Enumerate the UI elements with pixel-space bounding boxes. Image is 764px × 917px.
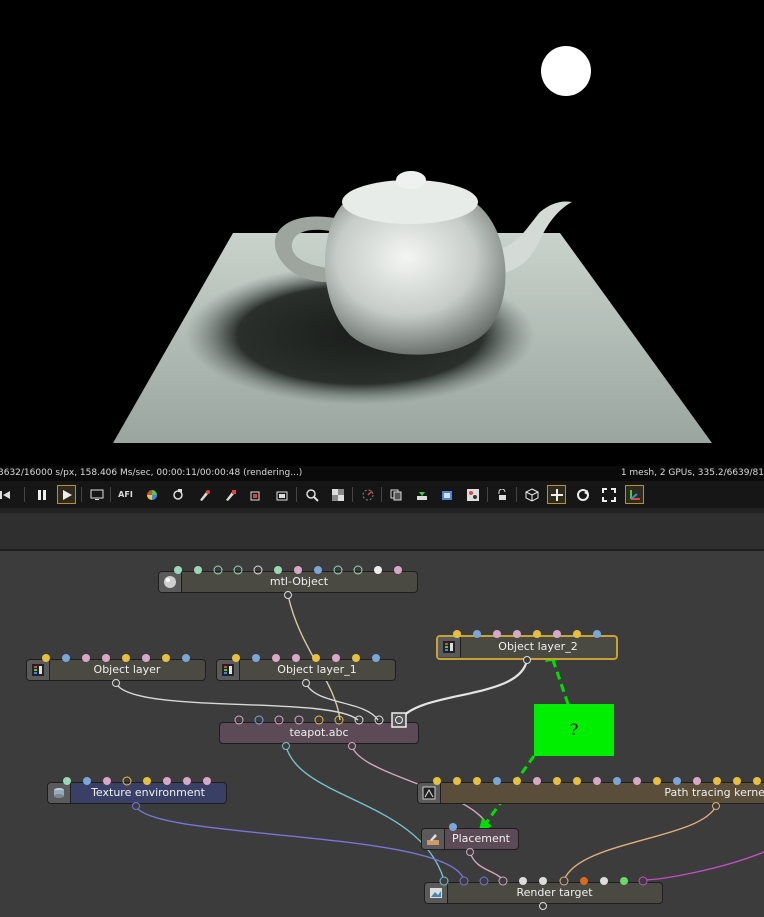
wire-teapot-to-render <box>285 745 445 881</box>
object-layer-icon <box>27 660 50 680</box>
environment-icon <box>48 783 71 803</box>
node-label: Object layer_1 <box>277 663 357 676</box>
object-layer-icon <box>217 660 240 680</box>
wire-placement-to-render <box>469 851 504 881</box>
node-placement[interactable]: Placement <box>421 828 519 850</box>
node-texture-environment[interactable]: Texture environment <box>47 782 227 804</box>
material-sphere-icon <box>159 572 182 592</box>
node-object-layer[interactable]: Object layer <box>26 659 206 681</box>
wire-mtl-to-teapot <box>287 594 341 721</box>
node-label: Object layer <box>93 663 161 676</box>
kernel-icon <box>418 783 441 803</box>
node-object-layer-2[interactable]: Object layer_2 <box>436 635 618 660</box>
wire-kernel-to-render <box>563 805 717 881</box>
question-callout: ? <box>534 704 614 756</box>
node-label: Texture environment <box>91 786 205 799</box>
render-target-icon <box>425 883 448 903</box>
node-path-tracing-kernel[interactable]: Path tracing kernel <box>417 782 764 804</box>
wire-environment-to-render <box>135 805 465 881</box>
node-label: Render target <box>516 886 593 899</box>
wire-objlayer1-to-teapot <box>305 682 379 721</box>
node-object-layer-1[interactable]: Object layer_1 <box>216 659 396 681</box>
wire-objlayer-to-teapot <box>115 682 359 721</box>
placement-icon <box>422 829 445 849</box>
wire-objlayer2-to-teapot <box>399 659 529 721</box>
wire-offscreen-to-render <box>642 851 764 881</box>
callout-arrow-up <box>551 659 570 705</box>
node-teapot-abc[interactable]: teapot.abc <box>219 722 419 744</box>
node-mtl-object[interactable]: mtl-Object <box>158 571 418 593</box>
node-label: Path tracing kernel <box>664 786 764 799</box>
node-label: teapot.abc <box>289 726 349 739</box>
node-graph-wires <box>115 594 764 881</box>
node-label: mtl-Object <box>269 575 329 588</box>
node-label: Object layer_2 <box>498 640 578 653</box>
node-render-target[interactable]: Render target <box>424 882 663 904</box>
node-label: Placement <box>451 832 510 845</box>
object-layer-icon <box>438 637 461 657</box>
